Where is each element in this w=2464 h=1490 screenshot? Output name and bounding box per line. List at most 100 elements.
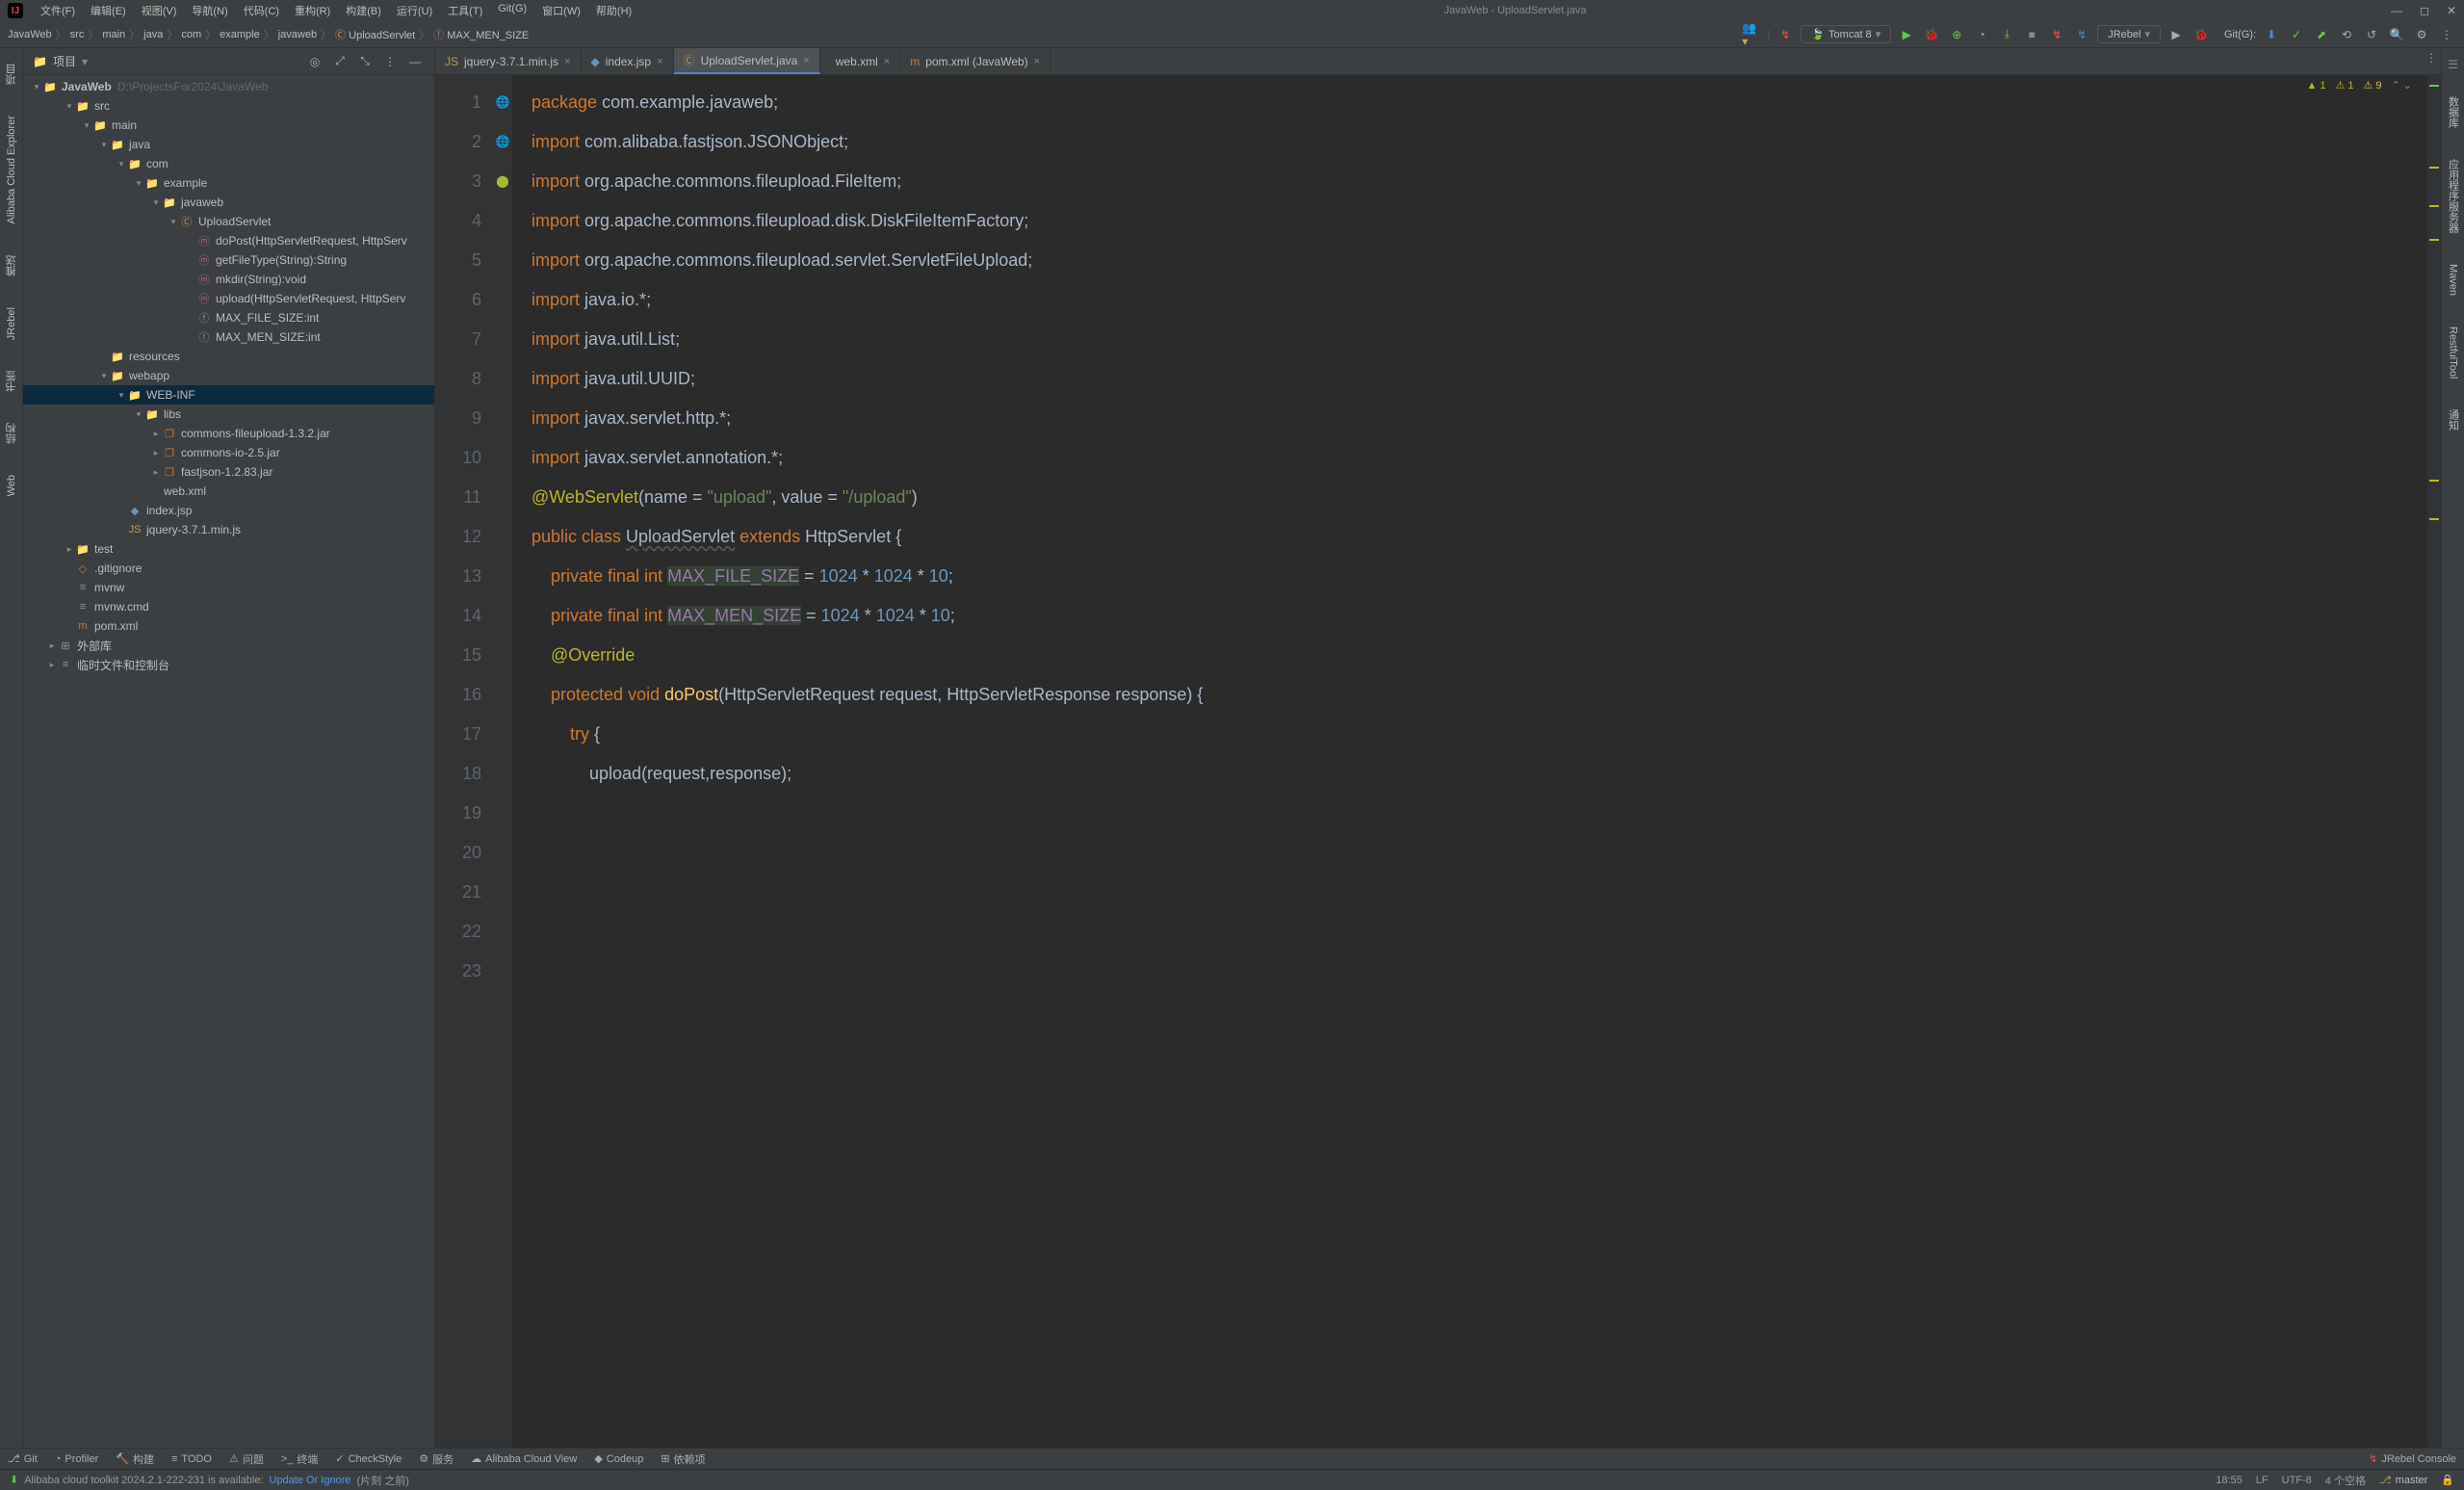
left-tool-1[interactable]: Alibaba Cloud Explorer — [6, 110, 17, 230]
left-tool-2[interactable]: 推送 — [4, 249, 19, 282]
tab[interactable]: ◆index.jsp× — [582, 48, 674, 74]
search-icon[interactable]: 🔍 — [2387, 25, 2406, 44]
collapse-icon[interactable]: ⤡ — [355, 52, 375, 71]
lock-icon[interactable]: 🔒 — [2441, 1474, 2454, 1486]
breadcrumb-item[interactable]: main — [102, 29, 125, 40]
menu-item[interactable]: 代码(C) — [236, 1, 287, 20]
tree-row[interactable]: ≡mvnw.cmd — [23, 597, 434, 616]
tree-row[interactable]: ▾📁webapp — [23, 366, 434, 385]
right-tool-1[interactable]: 应用程序服务器 — [2446, 153, 2461, 239]
tree-row[interactable]: ≡mvnw — [23, 578, 434, 597]
tree-row[interactable]: JSjquery-3.7.1.min.js — [23, 520, 434, 539]
jrebel-console-tab[interactable]: ↯JRebel Console — [2369, 1452, 2456, 1465]
tab-close-icon[interactable]: × — [884, 56, 890, 67]
left-tool-5[interactable]: 结构 — [4, 417, 19, 450]
tab[interactable]: JSjquery-3.7.1.min.js× — [435, 48, 582, 74]
left-tool-3[interactable]: JRebel — [6, 301, 17, 346]
jr-debug-icon[interactable]: 🐞 — [2192, 25, 2211, 44]
tree-row[interactable]: ▾📁libs — [23, 405, 434, 424]
tab[interactable]: ⒸUploadServlet.java× — [674, 48, 820, 74]
target-icon[interactable]: ◎ — [305, 52, 324, 71]
tree-row[interactable]: ▸❐fastjson-1.2.83.jar — [23, 462, 434, 482]
right-tool-0[interactable]: 数据库 — [2446, 91, 2461, 134]
code-editor[interactable]: package com.example.javaweb;import com.a… — [512, 75, 2427, 1448]
tree-row[interactable]: ⓜmkdir(String):void — [23, 270, 434, 289]
jr-red-icon[interactable]: ↯ — [2047, 25, 2066, 44]
breadcrumb-item[interactable]: JavaWeb — [8, 29, 52, 40]
menu-item[interactable]: 帮助(H) — [588, 1, 639, 20]
left-tool-0[interactable]: 项目 — [4, 58, 19, 91]
tab[interactable]: web.xml× — [820, 48, 900, 74]
tree-row[interactable]: ▸❐commons-io-2.5.jar — [23, 443, 434, 462]
notification-icon[interactable]: ☰ — [2448, 58, 2458, 71]
expand-icon[interactable]: ⤢ — [330, 52, 350, 71]
tree-row[interactable]: ▾📁java — [23, 135, 434, 154]
tree-row[interactable]: ◇.gitignore — [23, 559, 434, 578]
tab-close-icon[interactable]: × — [1034, 56, 1040, 67]
settings-icon[interactable]: ⚙ — [2412, 25, 2431, 44]
menu-item[interactable]: 运行(U) — [389, 1, 440, 20]
tree-row[interactable]: ◆index.jsp — [23, 501, 434, 520]
jr-blue-icon[interactable]: ↯ — [2072, 25, 2091, 44]
tree-row[interactable]: ▾ⒸUploadServlet — [23, 212, 434, 231]
bottom-tab[interactable]: ≡TODO — [171, 1451, 212, 1467]
breadcrumb-item[interactable]: java — [143, 29, 163, 40]
jr-play-icon[interactable]: ▶ — [2166, 25, 2186, 44]
bottom-tab[interactable]: ⚠问题 — [229, 1451, 264, 1467]
tabs-more-icon[interactable]: ⋮ — [2422, 48, 2441, 67]
vcs-update-icon[interactable]: ⬇ — [2262, 25, 2281, 44]
panel-more-icon[interactable]: ⋮ — [380, 52, 400, 71]
profile-icon[interactable]: ◔ — [1972, 25, 1991, 44]
menu-item[interactable]: 重构(R) — [287, 1, 338, 20]
cursor-position[interactable]: 18:55 — [2216, 1475, 2243, 1486]
vcs-history-icon[interactable]: ⟲ — [2337, 25, 2356, 44]
menu-item[interactable]: Git(G) — [490, 1, 534, 20]
tree-row[interactable]: mpom.xml — [23, 616, 434, 636]
jrebel-selector[interactable]: JRebel▾ — [2097, 25, 2161, 43]
inspection-bar[interactable]: ▲1 ⚠1 ⚠9 ⌃ ⌄ — [2306, 79, 2412, 91]
error-stripe[interactable] — [2427, 75, 2441, 1448]
menu-item[interactable]: 导航(N) — [184, 1, 235, 20]
attach-icon[interactable]: ⤓ — [1997, 25, 2016, 44]
bottom-tab[interactable]: >_终端 — [281, 1451, 319, 1467]
bottom-tab[interactable]: ⎇Git — [8, 1451, 38, 1467]
git-branch[interactable]: ⎇master — [2379, 1474, 2427, 1486]
tree-row[interactable]: ▾📁javaweb — [23, 193, 434, 212]
menu-item[interactable]: 工具(T) — [440, 1, 490, 20]
tree-row[interactable]: ⓜdoPost(HttpServletRequest, HttpServ — [23, 231, 434, 250]
bottom-tab[interactable]: ✓CheckStyle — [335, 1451, 402, 1467]
bottom-tab[interactable]: ⚙服务 — [419, 1451, 454, 1467]
more-icon[interactable]: ⋮ — [2437, 25, 2456, 44]
vcs-commit-icon[interactable]: ✓ — [2287, 25, 2306, 44]
tree-row[interactable]: ▸⊞外部库 — [23, 636, 434, 655]
indent-info[interactable]: 4 个空格 — [2325, 1473, 2366, 1488]
tab-close-icon[interactable]: × — [803, 55, 809, 66]
line-separator[interactable]: LF — [2256, 1475, 2269, 1486]
hide-icon[interactable]: — — [405, 52, 425, 71]
bottom-tab[interactable]: ◔Profiler — [55, 1451, 99, 1467]
tree-row[interactable]: ⓕMAX_FILE_SIZE:int — [23, 308, 434, 327]
tab-close-icon[interactable]: × — [564, 56, 570, 67]
vcs-rollback-icon[interactable]: ↺ — [2362, 25, 2381, 44]
tree-row[interactable]: 📁resources — [23, 347, 434, 366]
left-tool-6[interactable]: Web — [6, 469, 17, 502]
bottom-tab[interactable]: ◆Codeup — [594, 1451, 643, 1467]
vcs-push-icon[interactable]: ⬈ — [2312, 25, 2331, 44]
breadcrumb-item[interactable]: example — [220, 29, 260, 40]
right-tool-3[interactable]: RestfulTool — [2448, 321, 2459, 384]
breadcrumb-item[interactable]: javaweb — [278, 29, 317, 40]
jrebel-icon[interactable]: ↯ — [1776, 25, 1795, 44]
minimize-icon[interactable]: — — [2391, 4, 2402, 17]
users-icon[interactable]: 👥▾ — [1742, 25, 1761, 44]
menu-item[interactable]: 文件(F) — [33, 1, 83, 20]
menu-item[interactable]: 编辑(E) — [83, 1, 134, 20]
debug-icon[interactable]: 🐞 — [1922, 25, 1941, 44]
maximize-icon[interactable]: ◻ — [2420, 4, 2429, 17]
breadcrumb-item[interactable]: ⓕ MAX_MEN_SIZE — [433, 27, 529, 42]
tab-close-icon[interactable]: × — [657, 56, 662, 67]
breadcrumb-item[interactable]: Ⓒ UploadServlet — [335, 27, 415, 42]
run-icon[interactable]: ▶ — [1897, 25, 1916, 44]
tab[interactable]: mpom.xml (JavaWeb)× — [900, 48, 1050, 74]
left-tool-4[interactable]: 书签 — [4, 365, 19, 398]
dropdown-icon[interactable]: ▾ — [82, 55, 88, 68]
